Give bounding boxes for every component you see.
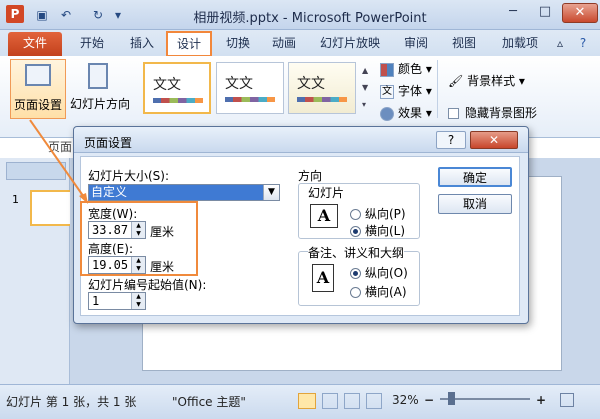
theme-text: 文文 (153, 77, 181, 93)
colors-button[interactable]: 颜色 ▾ (380, 60, 432, 78)
highlight-annotation (80, 201, 198, 276)
tab-transitions[interactable]: 切换 (218, 32, 258, 56)
slides-group-label: 幻灯片 (308, 184, 345, 201)
orientation-label: 幻灯片方向 (70, 97, 131, 111)
notes-group-label: 备注、讲义和大纲 (308, 244, 405, 261)
tab-file[interactable]: 文件 (8, 32, 62, 56)
slide-size-value: 自定义 (89, 185, 263, 200)
powerpoint-logo-icon[interactable]: P (6, 5, 24, 23)
customize-toolbar-icon[interactable]: ▾ (112, 7, 124, 23)
tab-home[interactable]: 开始 (72, 32, 112, 56)
tab-addins[interactable]: 加载项 (494, 32, 546, 56)
landscape-label: 横向(A) (365, 285, 407, 299)
radio-on (350, 268, 361, 279)
spin-up-icon[interactable]: ▲ (131, 293, 145, 301)
ribbon-collapse-icon[interactable]: ▵ (552, 32, 568, 56)
close-button[interactable]: ✕ (562, 3, 598, 23)
spin-down-icon[interactable]: ▼ (131, 301, 145, 309)
portrait-page-icon: A (312, 264, 334, 292)
checkbox-box (448, 108, 459, 119)
start-number-value: 1 (92, 294, 100, 308)
slide-size-select[interactable]: 自定义 ▼ (88, 184, 280, 201)
theme-thumbnail[interactable]: 文文 (143, 62, 211, 114)
page-setup-icon (25, 64, 51, 86)
ok-button[interactable]: 确定 (438, 167, 512, 187)
slide-count-status: 幻灯片 第 1 张，共 1 张 (6, 395, 137, 409)
start-number-label: 幻灯片编号起始值(N): (88, 278, 207, 292)
radio-off (350, 287, 361, 298)
fit-to-window-icon[interactable] (560, 393, 574, 407)
maximize-button[interactable]: □ (530, 3, 560, 23)
hide-background-checkbox[interactable]: 隐藏背景图形 (448, 104, 537, 121)
page-setup-label: 页面设置 (13, 98, 62, 112)
normal-view-icon[interactable] (298, 393, 316, 409)
effects-button[interactable]: 效果 ▾ (380, 104, 432, 122)
slide-number: 1 (12, 193, 19, 206)
fonts-label: 字体 (398, 84, 423, 98)
save-icon[interactable]: ▣ (34, 7, 50, 23)
zoom-slider-thumb[interactable] (448, 392, 455, 405)
colors-icon (380, 62, 394, 77)
tab-animations[interactable]: 动画 (264, 32, 304, 56)
tab-slideshow[interactable]: 幻灯片放映 (312, 32, 388, 56)
pane-tabs[interactable] (6, 162, 66, 180)
undo-icon[interactable]: ↶ (58, 7, 74, 23)
orientation-icon (88, 63, 108, 89)
redo-icon[interactable]: ↻ (90, 7, 106, 23)
theme-color-bar (225, 97, 275, 102)
notes-portrait-radio[interactable]: 纵向(O) (350, 264, 408, 281)
theme-scroll[interactable]: ▲ ▼ ▾ (362, 62, 374, 114)
slideshow-icon[interactable] (366, 393, 382, 409)
background-styles-button[interactable]: 🖌 背景样式 ▾ (448, 72, 525, 89)
start-number-input[interactable]: 1 ▲ ▼ (88, 292, 146, 310)
tab-design[interactable]: 设计 (166, 31, 212, 57)
slides-portrait-radio[interactable]: 纵向(P) (350, 205, 406, 222)
dialog-help-button[interactable]: ? (436, 131, 466, 149)
dialog-title: 页面设置 (84, 136, 133, 150)
colors-label: 颜色 (398, 62, 423, 76)
tab-review[interactable]: 审阅 (396, 32, 436, 56)
zoom-level[interactable]: 32% (392, 393, 419, 407)
theme-color-bar (297, 97, 347, 102)
slide-size-label: 幻灯片大小(S): (88, 169, 170, 183)
theme-text: 文文 (297, 76, 325, 92)
cancel-button[interactable]: 取消 (438, 194, 512, 214)
background-styles-icon: 🖌 (448, 74, 464, 88)
theme-color-bar (153, 98, 203, 103)
window-title: 相册视频.pptx - Microsoft PowerPoint (193, 11, 427, 26)
dialog-close-button[interactable]: ✕ (470, 131, 518, 149)
ribbon-group-label: 页面 (48, 140, 73, 154)
reading-view-icon[interactable] (344, 393, 360, 409)
help-icon[interactable]: ? (574, 32, 592, 56)
fonts-button[interactable]: 文字体 ▾ (380, 82, 432, 100)
theme-thumbnail[interactable]: 文文 (216, 62, 284, 114)
radio-off (350, 209, 361, 220)
chevron-down-icon[interactable]: ▼ (263, 185, 279, 200)
theme-status: "Office 主题" (172, 395, 246, 409)
slide-sorter-icon[interactable] (322, 393, 338, 409)
background-styles-label: 背景样式 (467, 74, 516, 88)
ribbon-separator (437, 60, 438, 118)
slide-orientation-button[interactable]: 幻灯片方向 (70, 59, 130, 119)
tab-insert[interactable]: 插入 (122, 32, 162, 56)
effects-icon (380, 106, 394, 121)
effects-label: 效果 (398, 106, 423, 120)
zoom-in-button[interactable]: + (536, 393, 546, 407)
slides-landscape-radio[interactable]: 横向(L) (350, 222, 405, 239)
minimize-button[interactable]: ─ (498, 3, 528, 23)
radio-on (350, 226, 361, 237)
portrait-label: 纵向(P) (365, 207, 406, 221)
fonts-icon: 文 (380, 84, 394, 99)
zoom-out-button[interactable]: − (424, 393, 434, 407)
page-setup-button[interactable]: 页面设置 (10, 59, 66, 119)
orientation-heading: 方向 (298, 169, 323, 183)
portrait-label: 纵向(O) (365, 266, 408, 280)
tab-view[interactable]: 视图 (444, 32, 484, 56)
landscape-page-icon: A (310, 204, 338, 228)
theme-text: 文文 (225, 76, 253, 92)
landscape-label: 横向(L) (365, 224, 406, 238)
hide-background-label: 隐藏背景图形 (465, 106, 538, 120)
theme-thumbnail[interactable]: 文文 (288, 62, 356, 114)
notes-landscape-radio[interactable]: 横向(A) (350, 283, 407, 300)
